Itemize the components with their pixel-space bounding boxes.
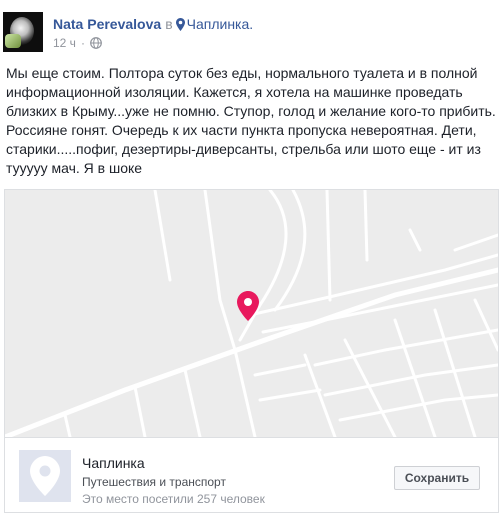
place-visits: Это место посетили 257 человек [82,492,265,506]
globe-icon[interactable] [90,37,102,52]
post: Nata Perevalova в Чаплинка. 12 ч · Мы еще с… [0,0,503,520]
post-text: Мы еще стоим. Полтора суток без еды, нор… [6,65,496,176]
author-name[interactable]: Nata Perevalova [53,16,161,32]
place-info: Чаплинка Путешествия и транспорт Это мес… [5,437,498,512]
post-header: Nata Perevalova в Чаплинка. [53,15,253,35]
place-category: Путешествия и транспорт [82,475,226,489]
map-pin-icon[interactable] [237,291,259,321]
save-button[interactable]: Сохранить [394,466,480,490]
avatar[interactable] [3,12,43,52]
timestamp[interactable]: 12 ч [53,36,76,50]
place-pin-icon [30,456,60,496]
post-meta: 12 ч · [53,36,102,52]
in-word: в [165,16,173,32]
place-card[interactable]: Чаплинка Путешествия и транспорт Это мес… [4,189,499,513]
place-name[interactable]: Чаплинка [82,455,145,471]
place-thumbnail[interactable] [19,450,71,502]
location-pin-icon [175,17,185,35]
place-link[interactable]: Чаплинка. [187,16,254,32]
map[interactable] [5,190,498,437]
meta-separator: · [80,36,85,50]
